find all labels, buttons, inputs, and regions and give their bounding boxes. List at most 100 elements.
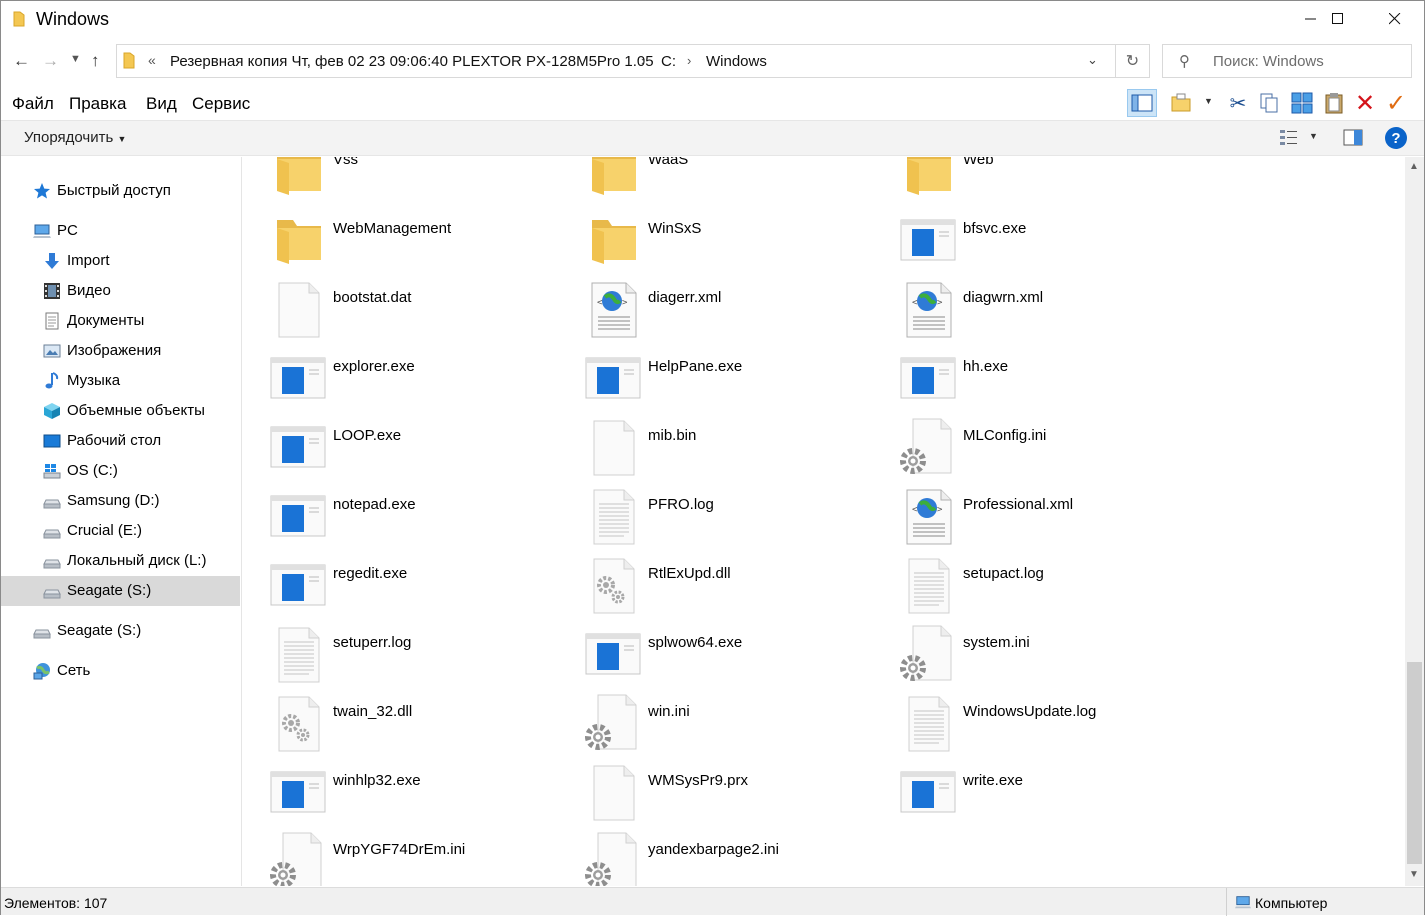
sidebar-item-desktop[interactable]: Рабочий стол [1,426,240,456]
file-item[interactable]: MLConfig.ini [873,417,1173,483]
chevron-right-icon[interactable]: › [641,53,645,68]
file-list: Vss WaaS Web WebManagement WinSxS bfsvc.exe bo… [243,157,1405,886]
dropdown-arrow-icon[interactable]: ▼ [1204,96,1213,106]
file-item[interactable]: WaaS [558,157,858,207]
new-folder-icon[interactable] [1166,89,1196,117]
sidebar-item-documents[interactable]: Документы [1,306,240,336]
file-item[interactable]: PFRO.log [558,486,858,552]
file-item[interactable]: Web [873,157,1173,207]
menu-tools[interactable]: Сервис [192,94,250,114]
file-item[interactable]: write.exe [873,762,1173,828]
sidebar-item-pictures[interactable]: Изображения [1,336,240,366]
tiles-view-icon[interactable] [1287,89,1317,117]
menu-file[interactable]: Файл [12,94,54,114]
sidebar-item-local-disk-l[interactable]: Локальный диск (L:) [1,546,240,576]
address-bar[interactable]: « Резервная копия Чт, фев 02 23 09:06:40… [116,44,1150,78]
file-item[interactable]: WindowsUpdate.log [873,693,1173,759]
file-item[interactable]: mib.bin [558,417,858,483]
file-item[interactable]: LOOP.exe [243,417,543,483]
sidebar-item-os-c[interactable]: OS (C:) [1,456,240,486]
file-item[interactable]: explorer.exe [243,348,543,414]
file-item[interactable]: hh.exe [873,348,1173,414]
file-item[interactable]: yandexbarpage2.ini [558,831,858,886]
breadcrumb-item[interactable]: Резервная копия Чт, фев 02 23 09:06:40 P… [170,53,654,70]
scrollbar-thumb[interactable] [1407,662,1422,864]
dropdown-arrow-icon[interactable]: ▼ [1309,131,1318,141]
preview-pane-icon[interactable] [1127,89,1157,117]
file-name: system.ini [963,634,1030,651]
folder-icon [123,52,135,69]
help-icon[interactable]: ? [1385,127,1407,149]
file-item[interactable]: system.ini [873,624,1173,690]
file-item[interactable]: RtlExUpd.dll [558,555,858,621]
pictures-icon [43,344,61,358]
cut-icon[interactable]: ✂ [1223,89,1253,117]
menu-bar: Файл Правка Вид Сервис ▼ ✂ ✕ ✓ [1,87,1424,119]
delete-icon[interactable]: ✕ [1350,89,1380,117]
breadcrumb-item[interactable]: C: [661,53,676,70]
file-item[interactable]: bootstat.dat [243,279,543,345]
file-item[interactable]: bfsvc.exe [873,210,1173,276]
organize-button[interactable]: Упорядочить ▼ [24,129,126,146]
refresh-button[interactable]: ↻ [1115,45,1149,77]
file-item[interactable]: twain_32.dll [243,693,543,759]
sidebar-item-3d-objects[interactable]: Объемные объекты [1,396,240,426]
file-item[interactable]: < > diagwrn.xml [873,279,1173,345]
file-item[interactable]: setuperr.log [243,624,543,690]
sidebar-item-video[interactable]: Видео [1,276,240,306]
sidebar-item-crucial-e[interactable]: Crucial (E:) [1,516,240,546]
breadcrumb-item[interactable]: Windows [706,53,767,70]
sidebar-item-seagate-s[interactable]: Seagate (S:) [1,576,240,606]
file-item[interactable]: WebManagement [243,210,543,276]
close-button[interactable] [1372,1,1418,37]
paste-icon[interactable] [1319,89,1349,117]
chevron-right-icon[interactable]: › [687,53,691,68]
sidebar-item-label: Изображения [67,342,162,359]
application-icon [270,426,326,468]
file-item[interactable]: splwow64.exe [558,624,858,690]
recent-locations-chevron-icon[interactable]: ▼ [70,53,81,65]
menu-edit[interactable]: Правка [69,94,126,114]
sidebar-item-network[interactable]: Сеть [1,656,240,686]
sidebar-item-seagate-s-root[interactable]: Seagate (S:) [1,616,240,646]
menu-view[interactable]: Вид [146,94,177,114]
file-item[interactable]: winhlp32.exe [243,762,543,828]
film-icon [44,283,60,299]
vertical-scrollbar[interactable]: ▲ ▼ [1405,157,1424,886]
copy-icon[interactable] [1254,89,1284,117]
search-box[interactable]: ⚲ Поиск: Windows [1162,44,1412,78]
address-overflow[interactable]: « [148,52,156,68]
file-item[interactable]: notepad.exe [243,486,543,552]
file-item[interactable]: < > Professional.xml [873,486,1173,552]
maximize-button[interactable] [1315,1,1361,37]
sidebar-item-label: Видео [67,282,111,299]
address-dropdown-icon[interactable]: ⌄ [1087,52,1098,68]
file-name: LOOP.exe [333,427,402,444]
file-item[interactable]: regedit.exe [243,555,543,621]
file-item[interactable]: WinSxS [558,210,858,276]
checkmark-icon[interactable]: ✓ [1381,89,1411,117]
sidebar-item-pc[interactable]: PC [1,216,240,246]
file-item[interactable]: Vss [243,157,543,207]
scroll-up-icon[interactable]: ▲ [1409,161,1419,172]
file-item[interactable]: WMSysPr9.prx [558,762,858,828]
back-arrow-icon[interactable]: ← [13,51,30,71]
sidebar-item-quick-access[interactable]: Быстрый доступ [1,176,240,206]
settings-file-icon [270,832,322,886]
svg-text:>: > [937,298,943,308]
file-item[interactable]: setupact.log [873,555,1173,621]
sidebar-item-music[interactable]: Музыка [1,366,240,396]
scroll-down-icon[interactable]: ▼ [1409,869,1419,880]
file-item[interactable]: WrpYGF74DrEm.ini [243,831,543,886]
forward-arrow-icon[interactable]: → [42,51,59,71]
sidebar-item-samsung-d[interactable]: Samsung (D:) [1,486,240,516]
up-arrow-icon[interactable]: ↑ [91,51,100,71]
details-pane-icon[interactable] [1343,129,1363,150]
file-item[interactable]: < > diagerr.xml [558,279,858,345]
file-item[interactable]: win.ini [558,693,858,759]
search-input[interactable]: Поиск: Windows [1213,53,1324,70]
application-icon [270,564,326,606]
view-options-icon[interactable] [1279,127,1299,151]
file-item[interactable]: HelpPane.exe [558,348,858,414]
sidebar-item-import[interactable]: Import [1,246,240,276]
